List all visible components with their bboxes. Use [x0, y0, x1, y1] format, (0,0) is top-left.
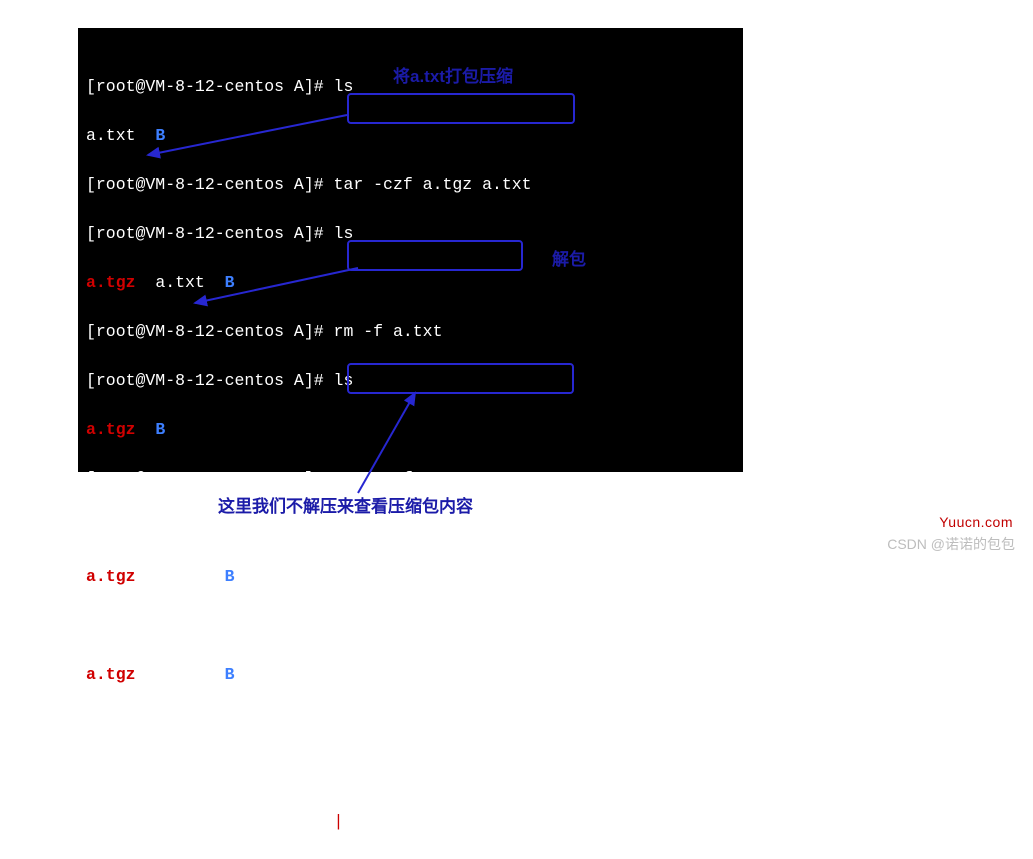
watermark-yuucn: Yuucn.com	[939, 514, 1013, 530]
prompt: [root@VM-8-12-centos A]#	[86, 77, 324, 96]
prompt: [root@VM-8-12-centos A]#	[86, 322, 324, 341]
prompt: [root@VM-8-12-centos A]#	[86, 518, 324, 537]
watermark-csdn: CSDN @诺诺的包包	[887, 534, 1015, 554]
file-a-txt: a.txt	[155, 273, 205, 292]
annotation-view-label: 这里我们不解压来查看压缩包内容	[218, 492, 473, 517]
file-a-txt: a.txt	[155, 567, 205, 586]
cmd-ls: ls	[334, 371, 354, 390]
terminal-window[interactable]: [root@VM-8-12-centos A]# ls a.txt B [roo…	[78, 28, 743, 472]
annotation-unpack-label: 解包	[552, 245, 586, 270]
file-a-tgz: a.tgz	[86, 665, 136, 684]
cmd-ls: ls	[334, 77, 354, 96]
dir-B: B	[225, 567, 235, 586]
annotation-pack-label: 将a.txt打包压缩	[393, 62, 513, 87]
dir-B: B	[155, 420, 165, 439]
cmd-tar-xzf: tar -xzf a.tgz	[334, 469, 473, 488]
cmd-ls: ls	[334, 518, 354, 537]
dir-B: B	[225, 273, 235, 292]
file-a-tgz: a.tgz	[86, 273, 136, 292]
dir-B: B	[155, 126, 165, 145]
prompt: [root@VM-8-12-centos A]#	[86, 224, 324, 243]
prompt: [root@VM-8-12-centos A]#	[86, 812, 324, 831]
cmd-rm: rm -f a.txt	[334, 322, 443, 341]
prompt: [root@VM-8-12-centos A]#	[86, 714, 324, 733]
dir-B: B	[225, 665, 235, 684]
tar-listing-output: -rw-rw---- root/root 27 2023-01-01 15:19…	[86, 763, 611, 782]
file-a-txt: a.txt	[86, 126, 136, 145]
file-a-tgz: a.tgz	[86, 420, 136, 439]
cmd-tar-czf: tar -czf a.tgz a.txt	[334, 175, 532, 194]
file-a-txt: a.txt	[155, 665, 205, 684]
cursor: |	[334, 812, 344, 831]
prompt: [root@VM-8-12-centos A]#	[86, 616, 324, 635]
prompt: [root@VM-8-12-centos A]#	[86, 175, 324, 194]
cmd-tar-ztvf: tar -ztvf a.tgz	[334, 714, 483, 733]
prompt: [root@VM-8-12-centos A]#	[86, 469, 324, 488]
cmd-ls: ls	[334, 616, 354, 635]
prompt: [root@VM-8-12-centos A]#	[86, 371, 324, 390]
file-a-tgz: a.tgz	[86, 567, 136, 586]
cmd-ls: ls	[334, 224, 354, 243]
